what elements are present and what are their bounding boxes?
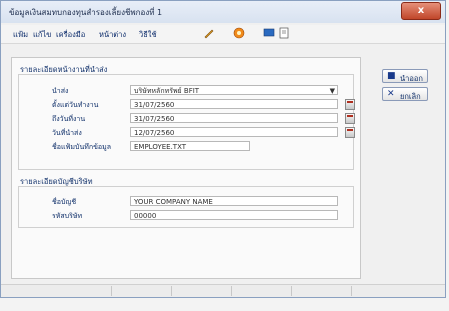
file-label: ชื่อแฟ้มบันทึกข้อมูล xyxy=(52,143,112,151)
account-name-label: ชื่อบัญชี xyxy=(52,198,77,206)
title-bar: ข้อมูลเงินสมทบกองทุนสำรองเลี้ยงชีพกองที่… xyxy=(1,1,445,23)
menu-tools[interactable]: เครื่องมือ xyxy=(56,29,85,41)
calendar-icon[interactable] xyxy=(345,113,355,124)
account-no-label: รหัสบริษัท xyxy=(52,212,83,220)
close-button[interactable]: x xyxy=(401,2,441,20)
export-button[interactable]: ■ นำออก xyxy=(382,69,428,83)
status-bar xyxy=(1,284,445,297)
fund-select[interactable]: บริษัทหลักทรัพย์ BFIT ▼ xyxy=(130,85,338,95)
status-divider xyxy=(351,286,352,296)
calendar-icon[interactable] xyxy=(345,127,355,138)
fund-select-value: บริษัทหลักทรัพย์ BFIT xyxy=(134,87,200,95)
account-name-field[interactable]: YOUR COMPANY NAME xyxy=(130,196,338,206)
status-divider xyxy=(111,286,112,296)
close-icon: ✕ xyxy=(387,89,395,99)
calendar-icon[interactable] xyxy=(345,99,355,110)
document-icon[interactable] xyxy=(278,27,290,39)
form-panel: รายละเอียดหน้างานที่นำส่ง นำส่ง บริษัทหล… xyxy=(11,57,361,279)
status-divider xyxy=(171,286,172,296)
start-date-field[interactable]: 31/07/2560 xyxy=(130,99,338,109)
account-no-field[interactable]: 00000 xyxy=(130,210,338,220)
send-date-field[interactable]: 12/07/2560 xyxy=(130,127,338,137)
send-date-label: วันที่นำส่ง xyxy=(52,129,82,137)
menu-toolbar: แฟ้ม แก้ไข เครื่องมือ หน้าต่าง วิธีใช้ xyxy=(1,25,445,44)
start-date-label: ตั้งแต่วันทำงาน xyxy=(52,101,99,109)
pencil-icon[interactable] xyxy=(203,27,215,39)
fund-label: นำส่ง xyxy=(52,87,69,95)
status-divider xyxy=(231,286,232,296)
window-title: ข้อมูลเงินสมทบกองทุนสำรองเลี้ยงชีพกองที่… xyxy=(9,8,163,17)
cancel-button-label: ยกเลิก xyxy=(400,92,421,101)
save-icon: ■ xyxy=(387,71,396,81)
monitor-icon[interactable] xyxy=(263,27,275,39)
file-field[interactable]: EMPLOYEE.TXT xyxy=(130,141,250,151)
chevron-down-icon: ▼ xyxy=(329,87,335,95)
main-window: ข้อมูลเงินสมทบกองทุนสำรองเลี้ยงชีพกองที่… xyxy=(0,0,446,298)
cancel-button[interactable]: ✕ ยกเลิก xyxy=(382,87,428,101)
export-button-label: นำออก xyxy=(400,74,423,83)
status-divider xyxy=(291,286,292,296)
menu-edit[interactable]: แก้ไข xyxy=(33,29,51,41)
end-date-field[interactable]: 31/07/2560 xyxy=(130,113,338,123)
menu-window[interactable]: หน้าต่าง xyxy=(99,29,126,41)
end-date-label: ถึงวันที่งาน xyxy=(52,115,86,123)
help-icon[interactable] xyxy=(233,27,245,39)
menu-help[interactable]: วิธีใช้ xyxy=(139,29,157,41)
menu-file[interactable]: แฟ้ม xyxy=(13,29,28,41)
